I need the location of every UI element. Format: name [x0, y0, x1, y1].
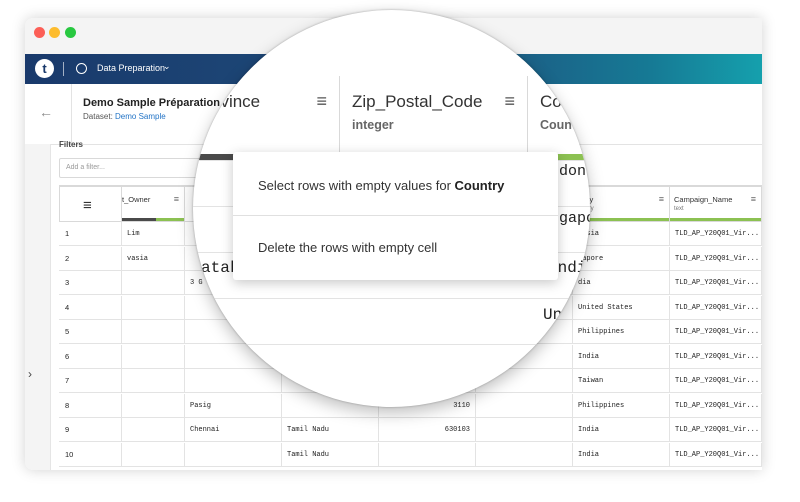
table-cell[interactable]: [122, 369, 185, 393]
table-cell[interactable]: TLD_AP_Y20Q01_Vir...: [670, 246, 762, 271]
table-cell[interactable]: [122, 320, 185, 344]
zoomed-column-name: Zip_Postal_Code: [352, 92, 483, 111]
table-cell[interactable]: TLD_AP_Y20Q01_Vir...: [670, 295, 762, 320]
table-cell[interactable]: [185, 369, 282, 393]
side-panel-toggle-strip[interactable]: ›: [25, 144, 51, 470]
app-icon: [76, 63, 87, 74]
zoomed-column-type: Count: [540, 118, 577, 132]
minimize-window-button[interactable]: [49, 27, 60, 38]
table-cell[interactable]: Philippines: [573, 393, 670, 418]
row-index[interactable]: 7: [59, 369, 122, 393]
dataset-link[interactable]: Demo Sample: [115, 112, 166, 121]
row-index[interactable]: 6: [59, 344, 122, 369]
row-index[interactable]: 1: [59, 222, 122, 246]
table-cell[interactable]: Chennai: [185, 418, 282, 442]
zoomed-divider: [193, 298, 590, 299]
table-cell[interactable]: Tamil Nadu: [282, 442, 379, 467]
table-cell[interactable]: TLD_AP_Y20Q01_Vir...: [670, 320, 762, 344]
zoomed-column-header-zip[interactable]: Zip_Postal_Code integer ≡: [340, 76, 528, 160]
table-cell[interactable]: Pasig: [185, 393, 282, 418]
menu-icon: ≡: [83, 197, 92, 214]
column-header-owner[interactable]: t_Owner ≡: [122, 186, 185, 222]
table-cell[interactable]: India: [573, 418, 670, 442]
table-cell[interactable]: [185, 442, 282, 467]
zoomed-column-name: Cou: [540, 92, 572, 111]
chevron-right-icon[interactable]: ›: [28, 367, 32, 381]
table-cell[interactable]: [476, 418, 573, 442]
grid-menu-button[interactable]: ≡: [59, 186, 122, 222]
zoomed-cell[interactable]: Uni: [543, 306, 572, 324]
row-index[interactable]: 9: [59, 418, 122, 442]
column-menu-icon[interactable]: ≡: [751, 194, 756, 204]
table-cell[interactable]: [476, 442, 573, 467]
column-type: text: [674, 206, 684, 212]
filters-label: Filters: [59, 140, 84, 149]
table-cell[interactable]: 630103: [379, 418, 476, 442]
back-button[interactable]: ←: [25, 84, 72, 144]
table-cell[interactable]: Taiwan: [573, 369, 670, 393]
table-cell[interactable]: TLD_AP_Y20Q01_Vir...: [670, 222, 762, 246]
menu-item-label: Select rows with empty values for: [258, 178, 451, 193]
menu-item-column: Country: [454, 178, 505, 193]
back-arrow-icon: ←: [39, 104, 53, 120]
table-cell[interactable]: [379, 442, 476, 467]
select-empty-rows-menu-item[interactable]: Select rows with empty values for Countr…: [258, 178, 504, 193]
column-context-menu: Select rows with empty values for Countr…: [233, 152, 558, 280]
quality-bar: [670, 218, 761, 221]
table-cell[interactable]: [122, 418, 185, 442]
talend-logo[interactable]: t: [35, 59, 54, 78]
zoomed-column-header-state[interactable]: ovince ≡: [193, 76, 340, 160]
table-cell[interactable]: TLD_AP_Y20Q01_Vir...: [670, 369, 762, 393]
header-divider: [63, 62, 64, 76]
table-cell[interactable]: [122, 295, 185, 320]
row-index[interactable]: 3: [59, 271, 122, 295]
table-cell[interactable]: TLD_AP_Y20Q01_Vir...: [670, 344, 762, 369]
dataset-subtitle: Dataset: Demo Sample: [83, 112, 166, 121]
table-cell[interactable]: India: [573, 442, 670, 467]
table-cell[interactable]: Tamil Nadu: [282, 418, 379, 442]
zoomed-column-header-country[interactable]: Cou Count: [528, 76, 590, 160]
menu-divider: [233, 215, 558, 216]
row-index[interactable]: 8: [59, 393, 122, 418]
table-cell[interactable]: [476, 393, 573, 418]
table-cell[interactable]: TLD_AP_Y20Q01_Vir...: [670, 393, 762, 418]
table-cell[interactable]: Philippines: [573, 320, 670, 344]
close-window-button[interactable]: [34, 27, 45, 38]
column-menu-icon[interactable]: ≡: [174, 194, 179, 204]
app-switcher-label[interactable]: Data Preparation: [97, 63, 165, 73]
column-menu-icon[interactable]: ≡: [504, 91, 515, 112]
quality-bar: [122, 218, 184, 221]
table-cell[interactable]: TLD_AP_Y20Q01_Vir...: [670, 418, 762, 442]
zoomed-divider: [193, 344, 590, 345]
table-cell[interactable]: [122, 344, 185, 369]
row-index[interactable]: 4: [59, 295, 122, 320]
column-menu-icon[interactable]: ≡: [659, 194, 664, 204]
table-cell[interactable]: India: [573, 344, 670, 369]
table-cell[interactable]: [122, 393, 185, 418]
delete-empty-rows-menu-item[interactable]: Delete the rows with empty cell: [258, 240, 437, 255]
column-menu-icon[interactable]: ≡: [316, 91, 327, 112]
zoomed-column-type: integer: [352, 118, 394, 132]
dataset-prefix: Dataset:: [83, 112, 113, 121]
table-cell[interactable]: Lim: [122, 222, 185, 246]
column-header-campaign-name[interactable]: Campaign_Name text ≡: [670, 186, 762, 222]
chevron-down-icon[interactable]: ⌄: [163, 61, 171, 72]
maximize-window-button[interactable]: [65, 27, 76, 38]
table-cell[interactable]: United States: [573, 295, 670, 320]
column-name: t_Owner: [122, 195, 151, 204]
column-name: Campaign_Name: [674, 195, 733, 204]
table-cell[interactable]: TLD_AP_Y20Q01_Vir...: [670, 271, 762, 295]
table-cell[interactable]: [122, 442, 185, 467]
table-cell[interactable]: TLD_AP_Y20Q01_Vir...: [670, 442, 762, 467]
table-cell[interactable]: [122, 271, 185, 295]
row-index[interactable]: 10: [59, 442, 122, 467]
row-index[interactable]: 5: [59, 320, 122, 344]
zoomed-column-name: ovince: [211, 92, 261, 111]
table-cell[interactable]: vasia: [122, 246, 185, 271]
row-index[interactable]: 2: [59, 246, 122, 271]
